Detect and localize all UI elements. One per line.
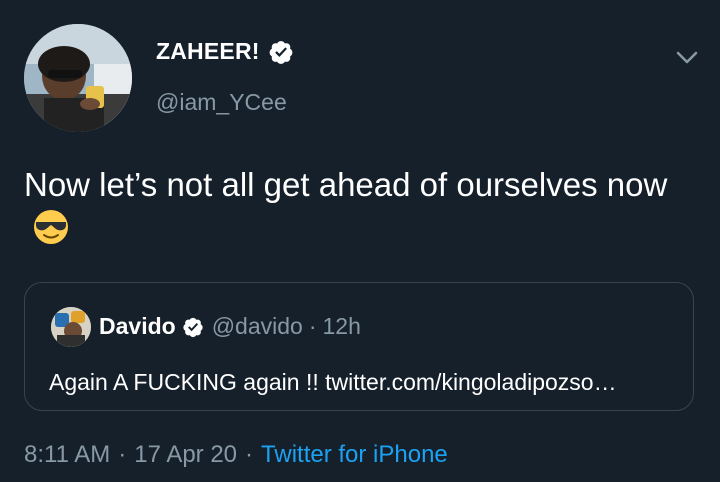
sunglasses-emoji-icon (34, 210, 68, 244)
quoted-avatar-image (51, 307, 91, 347)
chevron-down-icon[interactable] (672, 42, 702, 72)
quoted-separator: · (308, 313, 317, 339)
quoted-tweet-text: Again A FUCKING again !! twitter.com/kin… (49, 369, 617, 395)
meta-separator: · (118, 441, 127, 468)
tweet-time[interactable]: 8:11 AM (24, 441, 110, 469)
tweet-date[interactable]: 17 Apr 20 (134, 441, 237, 469)
tweet-meta: 8:11 AM · 17 Apr 20 · Twitter for iPhone (24, 441, 448, 469)
author-handle[interactable]: @iam_YCee (156, 89, 287, 116)
avatar-image (24, 24, 132, 132)
tweet-text: Now let’s not all get ahead of ourselves… (24, 163, 704, 251)
quoted-display-name: Davido (99, 313, 176, 339)
quoted-timestamp: 12h (322, 313, 361, 339)
quoted-verified-badge-icon (183, 317, 203, 337)
author-avatar[interactable] (24, 24, 132, 132)
quoted-handle: @davido (211, 313, 303, 339)
quoted-author-avatar[interactable] (51, 307, 91, 347)
tweet-source-link[interactable]: Twitter for iPhone (261, 441, 448, 469)
tweet-text-content: Now let’s not all get ahead of ourselves… (24, 166, 668, 203)
author-name-row: ZAHEER! (156, 38, 294, 65)
verified-badge-icon (269, 40, 292, 64)
meta-separator: · (245, 441, 254, 468)
quoted-tweet-card[interactable]: Davido @davido · 12h Again A FUCKING aga… (24, 282, 694, 411)
tweet-detail: ZAHEER! @iam_YCee Now let’s not all get … (0, 0, 720, 482)
quoted-header: Davido @davido · 12h (99, 313, 361, 340)
author-display-name[interactable]: ZAHEER! (156, 38, 260, 65)
